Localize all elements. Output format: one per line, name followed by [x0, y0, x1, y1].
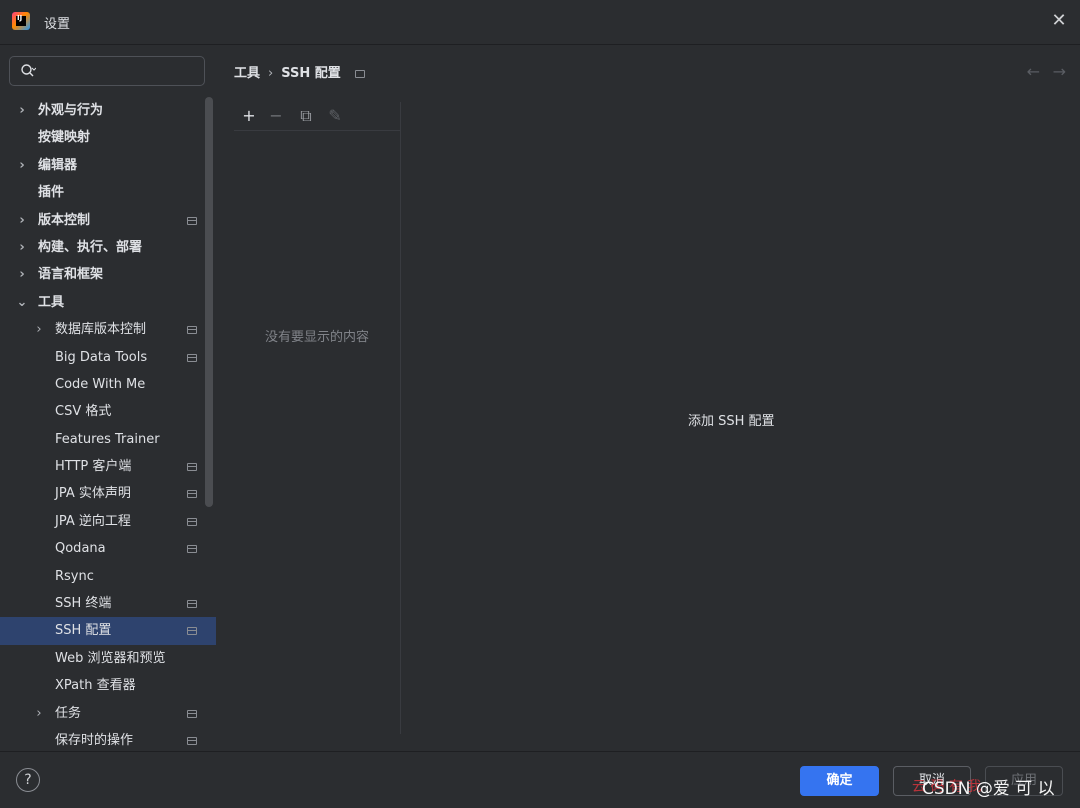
tree-item-label: 版本控制 [38, 212, 91, 228]
chevron-right-icon[interactable]: › [16, 97, 28, 124]
dialog-footer: ? 确定 取消 应用 云 码 有 我 CSDN @爱 可 以 [0, 751, 1080, 808]
project-scope-icon [187, 353, 197, 362]
tree-item-label: JPA 逆向工程 [55, 513, 131, 529]
tree-item-label: Web 浏览器和预览 [55, 650, 166, 666]
tree-item-label: Rsync [55, 568, 94, 584]
tree-item-label: 保存时的操作 [55, 732, 134, 748]
settings-tree-item[interactable]: JPA 实体声明 [0, 480, 216, 507]
forward-arrow-icon[interactable]: → [1053, 62, 1066, 81]
project-scope-icon [187, 490, 197, 499]
settings-tree-item[interactable]: Web 浏览器和预览 [0, 645, 216, 672]
tree-item-label: 语言和框架 [38, 267, 104, 283]
settings-tree-item[interactable]: Code With Me [0, 371, 216, 398]
search-box[interactable] [9, 56, 206, 86]
sidebar-scrollbar[interactable] [205, 97, 213, 507]
breadcrumb-current: SSH 配置 [281, 66, 341, 81]
settings-tree-item[interactable]: › 数据库版本控制 [0, 316, 216, 343]
tree-item-label: 编辑器 [38, 157, 78, 173]
edit-icon[interactable]: ✎ [325, 106, 345, 126]
breadcrumb-separator: › [268, 66, 274, 81]
settings-tree-item[interactable]: 插件 [0, 179, 216, 206]
chevron-right-icon[interactable]: › [16, 234, 28, 261]
ok-button[interactable]: 确定 [800, 766, 879, 796]
settings-tree-item[interactable]: SSH 配置 [0, 617, 216, 645]
project-scope-icon [187, 517, 197, 526]
copy-icon[interactable]: ⧉ [296, 106, 316, 126]
settings-tree-item[interactable]: Rsync [0, 563, 216, 590]
tree-item-label: SSH 终端 [55, 596, 112, 612]
project-scope-icon [187, 627, 197, 636]
settings-tree-item[interactable]: ⌄ 工具 [0, 289, 216, 316]
search-icon [21, 64, 36, 77]
tree-item-label: 工具 [38, 294, 65, 310]
project-scope-icon [187, 600, 197, 609]
settings-tree-item[interactable]: SSH 终端 [0, 590, 216, 617]
project-scope-icon [187, 326, 197, 335]
tree-item-label: CSV 格式 [55, 404, 112, 420]
remove-icon[interactable]: − [266, 106, 286, 126]
chevron-right-icon[interactable]: › [33, 316, 45, 343]
settings-tree-item[interactable]: XPath 查看器 [0, 672, 216, 699]
empty-list-text: 没有要显示的内容 [264, 330, 369, 345]
settings-tree-item[interactable]: Big Data Tools [0, 344, 216, 371]
chevron-right-icon[interactable]: › [16, 152, 28, 179]
tree-item-label: JPA 实体声明 [55, 486, 131, 502]
back-arrow-icon[interactable]: ← [1027, 62, 1040, 81]
settings-tree: › 外观与行为按键映射 › 编辑器插件 › 版本控制 › 构建、执行、部署 › 语言和框架 ⌄ 工具 ›… [0, 97, 216, 751]
settings-tree-item[interactable]: Features Trainer [0, 426, 216, 453]
settings-tree-item[interactable]: › 任务 [0, 700, 216, 727]
breadcrumb: 工具 › SSH 配置 [234, 62, 365, 81]
settings-tree-item[interactable]: 按键映射 [0, 124, 216, 151]
breadcrumb-parent[interactable]: 工具 [234, 66, 260, 81]
settings-tree-item[interactable]: HTTP 客户端 [0, 453, 216, 480]
chevron-down-icon[interactable]: ⌄ [16, 289, 28, 316]
tree-item-label: Qodana [55, 541, 106, 557]
settings-tree-item[interactable]: › 语言和框架 [0, 261, 216, 288]
settings-tree-item[interactable]: › 构建、执行、部署 [0, 234, 216, 261]
tree-item-label: 外观与行为 [38, 103, 104, 118]
search-input[interactable] [42, 61, 206, 83]
tree-item-label: 插件 [38, 185, 65, 201]
tree-item-label: HTTP 客户端 [55, 459, 132, 475]
intellij-logo-icon: IJ [12, 12, 30, 30]
tree-item-label: SSH 配置 [55, 623, 112, 639]
settings-tree-item[interactable]: › 编辑器 [0, 152, 216, 179]
chevron-right-icon[interactable]: › [33, 700, 45, 727]
chevron-right-icon[interactable]: › [16, 261, 28, 288]
tree-item-label: 数据库版本控制 [55, 322, 147, 338]
project-scope-icon [187, 736, 197, 745]
tree-item-label: Features Trainer [55, 431, 160, 447]
ssh-config-list: + − ⧉ ✎ 没有要显示的内容 [234, 102, 401, 734]
tree-item-label: XPath 查看器 [55, 678, 136, 694]
project-scope-icon [187, 216, 197, 225]
tree-item-label: 构建、执行、部署 [38, 239, 143, 255]
title-bar: IJ 设置 ✕ [0, 0, 1080, 45]
close-icon[interactable]: ✕ [1048, 10, 1070, 32]
help-icon[interactable]: ? [16, 768, 40, 792]
settings-tree-item[interactable]: JPA 逆向工程 [0, 508, 216, 535]
list-toolbar: + − ⧉ ✎ [234, 102, 400, 131]
add-icon[interactable]: + [239, 106, 259, 126]
tree-item-label: Big Data Tools [55, 349, 148, 365]
settings-sidebar: › 外观与行为按键映射 › 编辑器插件 › 版本控制 › 构建、执行、部署 › 语言和框架 ⌄ 工具 ›… [0, 45, 216, 751]
settings-tree-item[interactable]: CSV 格式 [0, 398, 216, 425]
project-scope-icon [354, 69, 365, 78]
tree-item-label: 任务 [55, 705, 82, 721]
add-ssh-config-hint: 添加 SSH 配置 [688, 414, 775, 429]
project-scope-icon [187, 545, 197, 554]
settings-tree-item[interactable]: 保存时的操作 [0, 727, 216, 751]
project-scope-icon [187, 463, 197, 472]
window-title: 设置 [44, 17, 71, 32]
csdn-watermark: CSDN @爱 可 以 [922, 779, 1055, 799]
chevron-right-icon[interactable]: › [16, 207, 28, 234]
project-scope-icon [187, 709, 197, 718]
settings-tree-item[interactable]: Qodana [0, 535, 216, 562]
settings-tree-item[interactable]: › 版本控制 [0, 207, 216, 234]
tree-item-label: Code With Me [55, 376, 146, 392]
tree-item-label: 按键映射 [38, 130, 91, 146]
settings-tree-item[interactable]: › 外观与行为 [0, 97, 216, 124]
